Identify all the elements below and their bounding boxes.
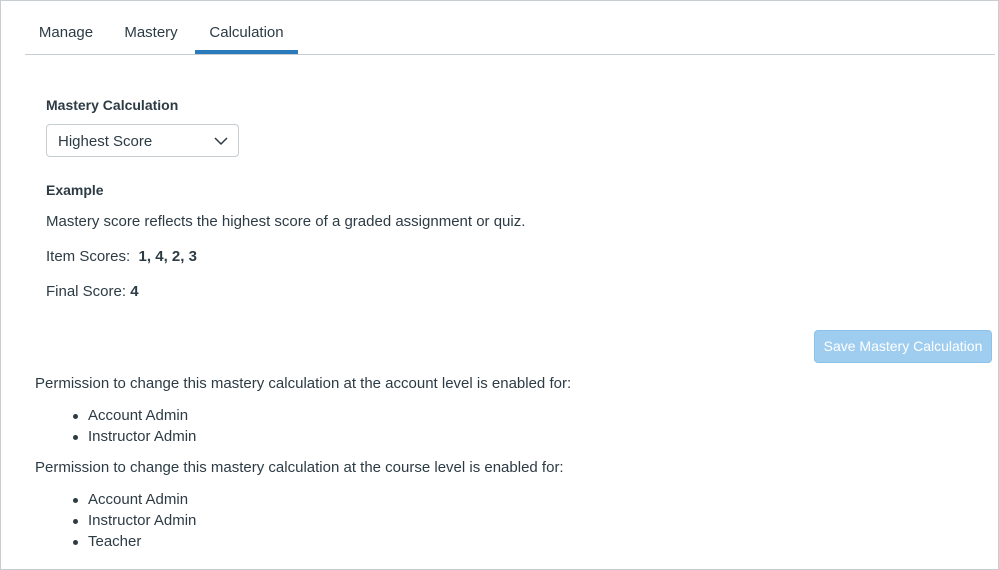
- course-permission-text: Permission to change this mastery calcul…: [35, 459, 564, 476]
- item-scores-label: Item Scores:: [46, 248, 131, 265]
- final-score-label: Final Score:: [46, 283, 127, 300]
- role-label: Account Admin: [88, 491, 189, 508]
- tab-calculation[interactable]: Calculation: [195, 1, 298, 54]
- final-score-value: 4: [130, 283, 139, 300]
- role-label: Teacher: [88, 533, 142, 550]
- outcomes-panel: Manage Mastery Calculation Mastery Calcu…: [0, 0, 999, 570]
- list-item: Account Admin: [73, 405, 196, 426]
- list-item: Teacher: [73, 531, 196, 552]
- item-scores: Item Scores: 1, 4, 2, 3: [46, 248, 197, 265]
- course-permission-roles: Account Admin Instructor Admin Teacher: [73, 489, 196, 552]
- item-scores-value: 1, 4, 2, 3: [138, 248, 197, 265]
- selected-calculation-method: Highest Score: [58, 133, 153, 150]
- mastery-calculation-label: Mastery Calculation: [46, 97, 179, 113]
- example-heading: Example: [46, 182, 104, 198]
- tab-bar: Manage Mastery Calculation: [25, 1, 995, 55]
- tab-manage[interactable]: Manage: [25, 1, 107, 54]
- save-mastery-calculation-button[interactable]: Save Mastery Calculation: [814, 330, 992, 363]
- list-item: Instructor Admin: [73, 510, 196, 531]
- mastery-calculation-select[interactable]: Highest Score: [46, 124, 239, 157]
- account-permission-text: Permission to change this mastery calcul…: [35, 375, 572, 392]
- chevron-down-icon: [214, 137, 228, 146]
- example-description: Mastery score reflects the highest score…: [46, 213, 526, 230]
- role-label: Instructor Admin: [88, 512, 197, 529]
- account-permission-roles: Account Admin Instructor Admin: [73, 405, 196, 447]
- role-label: Instructor Admin: [88, 428, 197, 445]
- tab-mastery[interactable]: Mastery: [113, 1, 189, 54]
- list-item: Instructor Admin: [73, 426, 196, 447]
- final-score: Final Score: 4: [46, 283, 139, 300]
- list-item: Account Admin: [73, 489, 196, 510]
- role-label: Account Admin: [88, 407, 189, 424]
